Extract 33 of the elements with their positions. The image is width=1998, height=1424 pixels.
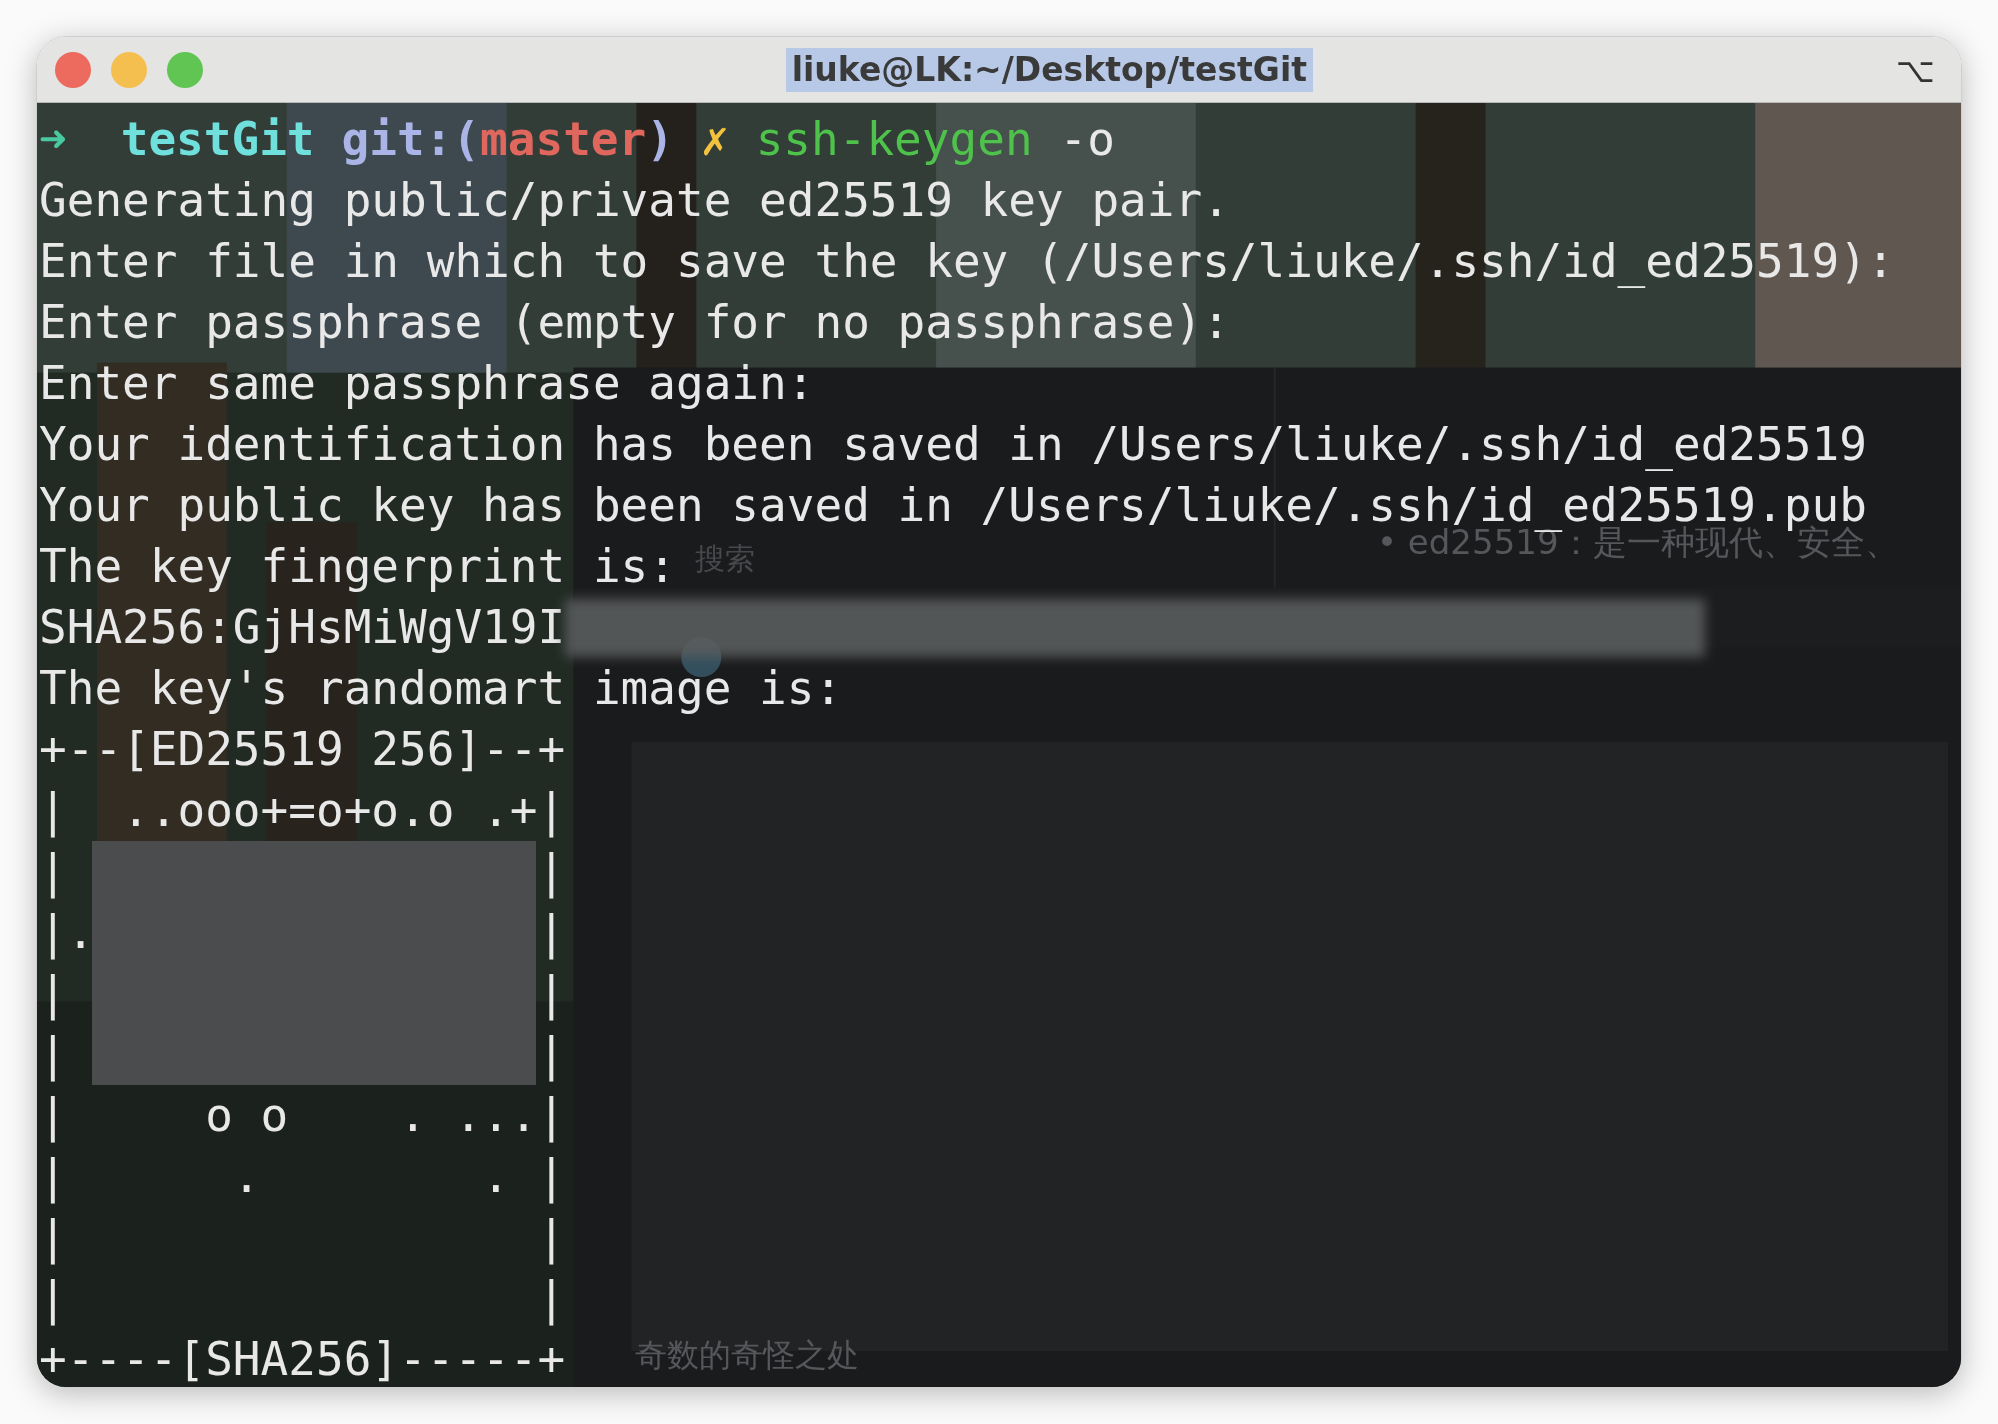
terminal-line: The key fingerprint is: bbox=[39, 538, 676, 595]
shortcut-hint: ⌥ bbox=[1895, 49, 1936, 90]
terminal-line: Enter same passphrase again: bbox=[39, 355, 815, 412]
terminal-line: | | bbox=[39, 1270, 566, 1328]
terminal-line: | | bbox=[39, 1026, 566, 1084]
terminal-line: +--[ED25519 256]--+ bbox=[39, 721, 566, 778]
prompt-arrow: ➜ bbox=[39, 111, 67, 168]
terminal-line: | | bbox=[39, 1209, 566, 1267]
git-label: git:( bbox=[341, 111, 481, 168]
terminal-line: +----[SHA256]-----+ bbox=[39, 1331, 566, 1387]
terminal-line: | | bbox=[39, 965, 566, 1023]
terminal-line: Enter passphrase (empty for no passphrase): bbox=[39, 294, 1230, 351]
terminal-line: Enter file in which to save the key (/Users/liuke/.ssh/id_ed25519): bbox=[39, 233, 1895, 290]
minimize-button[interactable] bbox=[111, 51, 147, 88]
close-button[interactable] bbox=[55, 51, 91, 88]
terminal-line: | | bbox=[39, 843, 566, 901]
command-argument: -o bbox=[1059, 111, 1115, 168]
terminal-line: Generating public/private ed25519 key pair. bbox=[39, 172, 1230, 229]
zoom-button[interactable] bbox=[167, 51, 203, 88]
terminal-line: The key's randomart image is: bbox=[39, 660, 843, 717]
git-label: ) bbox=[646, 111, 674, 168]
window-title: liuke@LK:~/Desktop/testGit bbox=[785, 47, 1314, 92]
command-text: ssh-keygen bbox=[755, 111, 1033, 168]
terminal-line: SHA256:GjHsMiWgV19I bbox=[39, 599, 566, 656]
terminal-line: | ..ooo+=o+o.o .+| bbox=[39, 782, 566, 840]
terminal-line: | . . | bbox=[39, 1148, 566, 1206]
background-window-text: 奇数的奇怪之处 bbox=[635, 1335, 859, 1376]
git-branch: master bbox=[480, 111, 647, 168]
terminal-line: | o o . ...| bbox=[39, 1087, 566, 1145]
dirty-mark: ✗ bbox=[700, 111, 729, 168]
terminal-line: Your identification has been saved in /Users/liuke/.ssh/id_ed25519 bbox=[39, 416, 1867, 473]
prompt-directory: testGit bbox=[120, 111, 315, 168]
terminal-line: |. | bbox=[39, 904, 566, 962]
